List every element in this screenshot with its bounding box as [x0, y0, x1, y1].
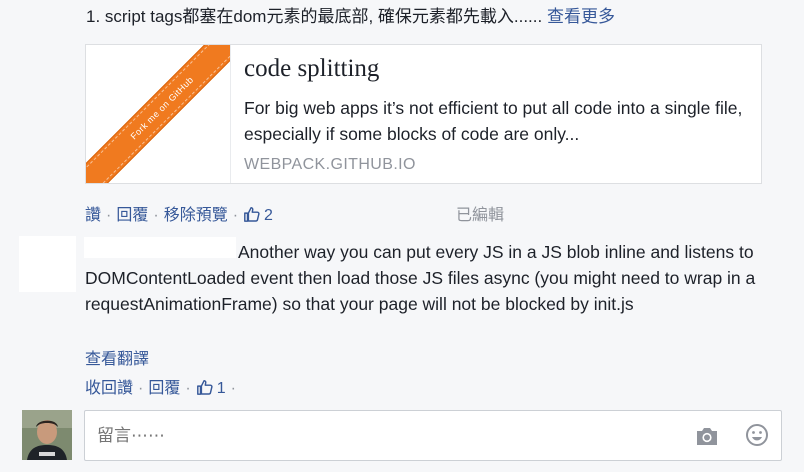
comment-like-count[interactable]: 1 [196, 379, 226, 397]
reply-link[interactable]: 回覆 [116, 207, 148, 224]
link-thumbnail: Fork me on GitHub [86, 45, 231, 183]
separator-dot: · [232, 207, 239, 224]
comment-actions: 收回讚 · 回覆 · 1 · [85, 374, 241, 398]
like-link[interactable]: 讚 [85, 207, 101, 224]
separator-dot: · [106, 207, 112, 224]
post-text-start: 1. script tags都塞在dom元素的最底部, 確保元素都先載入....… [86, 7, 543, 26]
commenter-name[interactable] [84, 237, 236, 258]
edited-label: 已編輯 [456, 207, 505, 224]
user-photo [22, 410, 72, 460]
github-ribbon: Fork me on GitHub [86, 45, 230, 183]
thumbs-up-icon [196, 379, 213, 395]
commenter-avatar[interactable] [19, 236, 76, 292]
separator-dot: · [185, 380, 191, 397]
like-count[interactable]: 2 [243, 206, 273, 224]
separator-dot: · [230, 380, 236, 397]
see-more-link[interactable]: 查看更多 [547, 7, 615, 26]
separator-dot: · [138, 380, 144, 397]
see-translation-link[interactable]: 查看翻譯 [85, 345, 149, 369]
link-preview-card[interactable]: Fork me on GitHub code splitting For big… [85, 44, 762, 184]
comment-composer[interactable] [84, 410, 782, 461]
smiley-icon[interactable] [745, 423, 769, 447]
comment-like-count-value: 1 [216, 380, 226, 397]
comment-reply-link[interactable]: 回覆 [148, 380, 180, 397]
unlike-link[interactable]: 收回讚 [85, 380, 133, 397]
post-actions: 讚 · 回覆 · 移除預覽 · 2 [85, 201, 273, 225]
link-title[interactable]: code splitting [244, 55, 379, 83]
like-count-value: 2 [264, 207, 273, 224]
separator-dot: · [153, 207, 159, 224]
post-text: 1. script tags都塞在dom元素的最底部, 確保元素都先載入....… [86, 2, 615, 27]
link-domain: WEBPACK.GITHUB.IO [244, 156, 416, 173]
link-description: For big web apps it’s not efficient to p… [244, 98, 743, 144]
thumbs-up-icon [244, 206, 260, 222]
remove-preview-link[interactable]: 移除預覽 [164, 207, 228, 224]
camera-icon[interactable] [695, 425, 719, 447]
comment-input[interactable] [95, 425, 659, 447]
user-avatar[interactable] [22, 410, 72, 460]
